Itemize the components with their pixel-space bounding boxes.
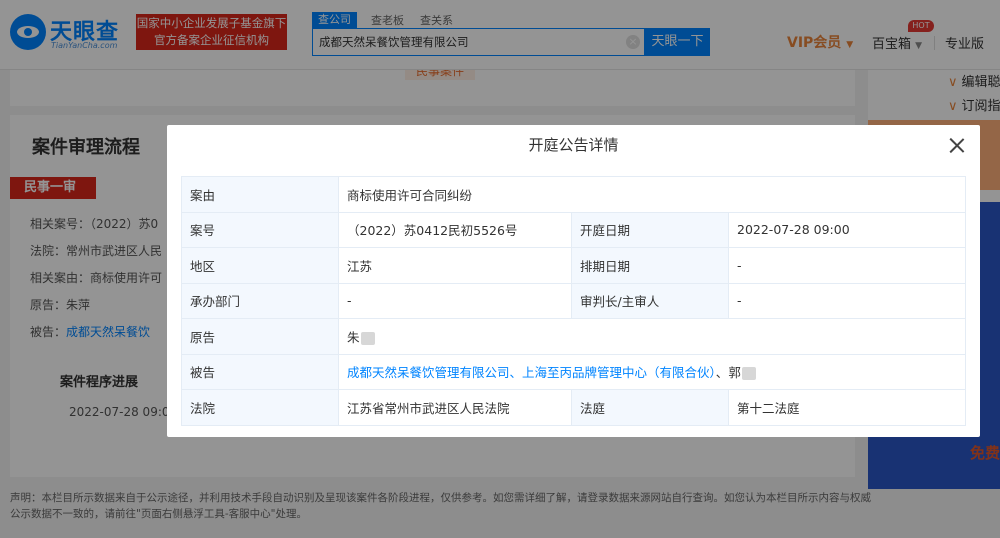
courtroom-value: 第十二法庭 [727, 389, 967, 426]
dept-value: - [338, 282, 572, 319]
case-no-label: 案号 [181, 211, 339, 248]
schedule-date-value: - [727, 247, 967, 284]
court-label: 法院 [181, 389, 339, 426]
hearing-date-value: 2022-07-28 09:00 [727, 211, 967, 248]
modal-title: 开庭公告详情 [528, 136, 619, 154]
defendant-3: 郭 [728, 365, 741, 381]
table-row: 地区 江苏 排期日期 - [181, 247, 967, 284]
courtroom-label: 法庭 [571, 389, 729, 426]
defendant-link-1[interactable]: 成都天然呆餐饮管理有限公司 [347, 365, 510, 380]
redacted-mask [360, 331, 375, 345]
judge-label: 审判长/主审人 [571, 282, 729, 319]
judge-value: - [727, 282, 967, 319]
hearing-notice-modal: 开庭公告详情 案由 商标使用许可合同纠纷 案号 （2022）苏0412民初552… [167, 125, 980, 437]
table-row: 原告 朱 [181, 318, 967, 355]
schedule-date-label: 排期日期 [571, 247, 729, 284]
case-no-value: （2022）苏0412民初5526号 [338, 211, 572, 248]
redacted-mask [741, 367, 756, 381]
region-label: 地区 [181, 247, 339, 284]
defendant-separator: 、 [509, 365, 523, 381]
table-row: 案由 商标使用许可合同纠纷 [181, 176, 967, 213]
close-icon[interactable] [949, 137, 965, 153]
defendant-cell: 成都天然呆餐饮管理有限公司、上海至丙品牌管理中心（有限合伙）、郭 [337, 353, 967, 390]
dept-label: 承办部门 [181, 282, 339, 319]
table-row: 被告 成都天然呆餐饮管理有限公司、上海至丙品牌管理中心（有限合伙）、郭 [181, 353, 967, 390]
table-row: 案号 （2022）苏0412民初5526号 开庭日期 2022-07-28 09… [181, 211, 967, 248]
plaintiff-cell: 朱 [337, 318, 967, 355]
region-value: 江苏 [338, 247, 572, 284]
defendant-link-2[interactable]: 上海至丙品牌管理中心（有限合伙） [522, 365, 716, 380]
plaintiff-value: 朱 [347, 329, 360, 345]
hearing-date-label: 开庭日期 [571, 211, 729, 248]
cause-value: 商标使用许可合同纠纷 [337, 176, 967, 213]
hearing-detail-table: 案由 商标使用许可合同纠纷 案号 （2022）苏0412民初5526号 开庭日期… [181, 176, 967, 426]
court-value: 江苏省常州市武进区人民法院 [338, 389, 572, 426]
cause-label: 案由 [181, 176, 339, 213]
defendant-separator: 、 [715, 365, 729, 381]
table-row: 法院 江苏省常州市武进区人民法院 法庭 第十二法庭 [181, 389, 967, 426]
plaintiff-label: 原告 [181, 318, 339, 355]
table-row: 承办部门 - 审判长/主审人 - [181, 282, 967, 319]
defendant-label: 被告 [181, 353, 339, 390]
